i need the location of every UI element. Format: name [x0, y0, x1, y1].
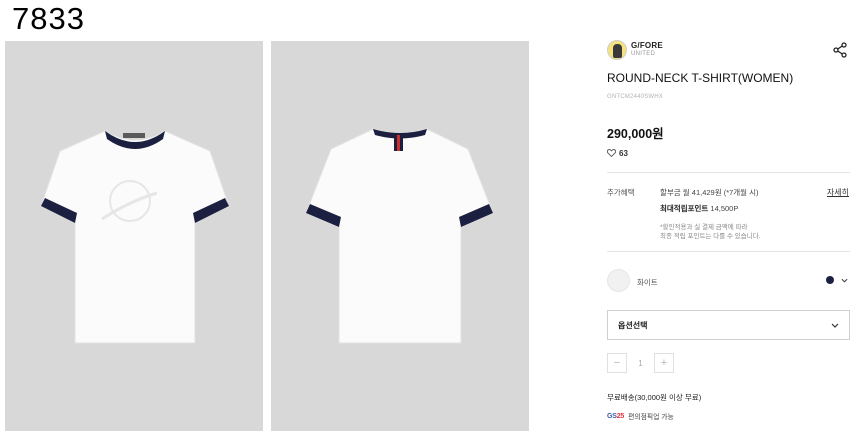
product-image-front[interactable]: [5, 41, 263, 431]
benefit-detail-link[interactable]: 자세히: [827, 187, 849, 198]
option-select[interactable]: 옵션선택: [607, 310, 850, 340]
share-icon[interactable]: [832, 42, 848, 58]
color-selector[interactable]: 화이트: [607, 269, 850, 293]
quantity-value[interactable]: 1: [627, 359, 654, 368]
product-price: 290,000원: [607, 127, 664, 141]
pickup-info: GS25 편의점픽업 가능: [607, 411, 674, 422]
gs25-logo: GS25: [607, 413, 624, 420]
points-line: 최대적립포인트 14,500P: [660, 203, 820, 214]
product-sku: GNTCM2440SWHX: [607, 94, 663, 100]
benefit-label: 추가혜택: [607, 188, 635, 197]
brand-subtitle: UNITED: [631, 51, 656, 57]
shipping-info: 무료배송(30,000원 이상 무료): [607, 393, 702, 402]
chevron-down-icon: [831, 323, 839, 328]
brand-logo[interactable]: [607, 40, 627, 60]
points-label: 최대적립포인트: [660, 204, 709, 213]
like-button[interactable]: 63: [607, 147, 628, 159]
color-dot-navy[interactable]: [826, 276, 834, 284]
heart-icon: [607, 149, 616, 157]
brand-header: G/FORE UNITED: [607, 40, 850, 62]
benefit-details: 할부금 월 41,429원 (*7개월 시) 최대적립포인트 14,500P *…: [660, 187, 820, 241]
quantity-minus-button[interactable]: −: [607, 353, 627, 373]
quantity-plus-button[interactable]: +: [654, 353, 674, 373]
like-count: 63: [619, 148, 628, 158]
gs-logo-text: GS: [607, 412, 617, 420]
divider: [607, 251, 850, 252]
divider: [607, 172, 850, 173]
pickup-text: 편의점픽업 가능: [628, 414, 674, 421]
points-value: 14,500P: [710, 204, 739, 213]
product-page: 7833 G/FORE UNITED ROUND-NECK T-SHIRT(WO…: [0, 0, 860, 434]
color-swatch-white[interactable]: [607, 269, 630, 292]
overlay-id-label: 7833: [12, 1, 85, 36]
chevron-down-icon[interactable]: [841, 277, 848, 284]
product-image-back[interactable]: [271, 41, 529, 431]
option-select-label: 옵션선택: [618, 321, 648, 330]
quantity-stepper: − 1 +: [607, 353, 674, 373]
back-tshirt-illustration: [305, 128, 494, 344]
front-tshirt-illustration: [40, 130, 230, 344]
product-title: ROUND-NECK T-SHIRT(WOMEN): [607, 71, 794, 85]
color-name: 화이트: [637, 278, 658, 287]
installment-text: 할부금 월 41,429원 (*7개월 시): [660, 188, 759, 197]
brand-name[interactable]: G/FORE: [631, 41, 663, 50]
points-note-2: 최종 적립 포인트는 다를 수 있습니다.: [660, 233, 761, 240]
points-note-1: *할인적용과 실 결제 금액에 따라: [660, 224, 748, 231]
gs-logo-number: 25: [616, 412, 625, 420]
